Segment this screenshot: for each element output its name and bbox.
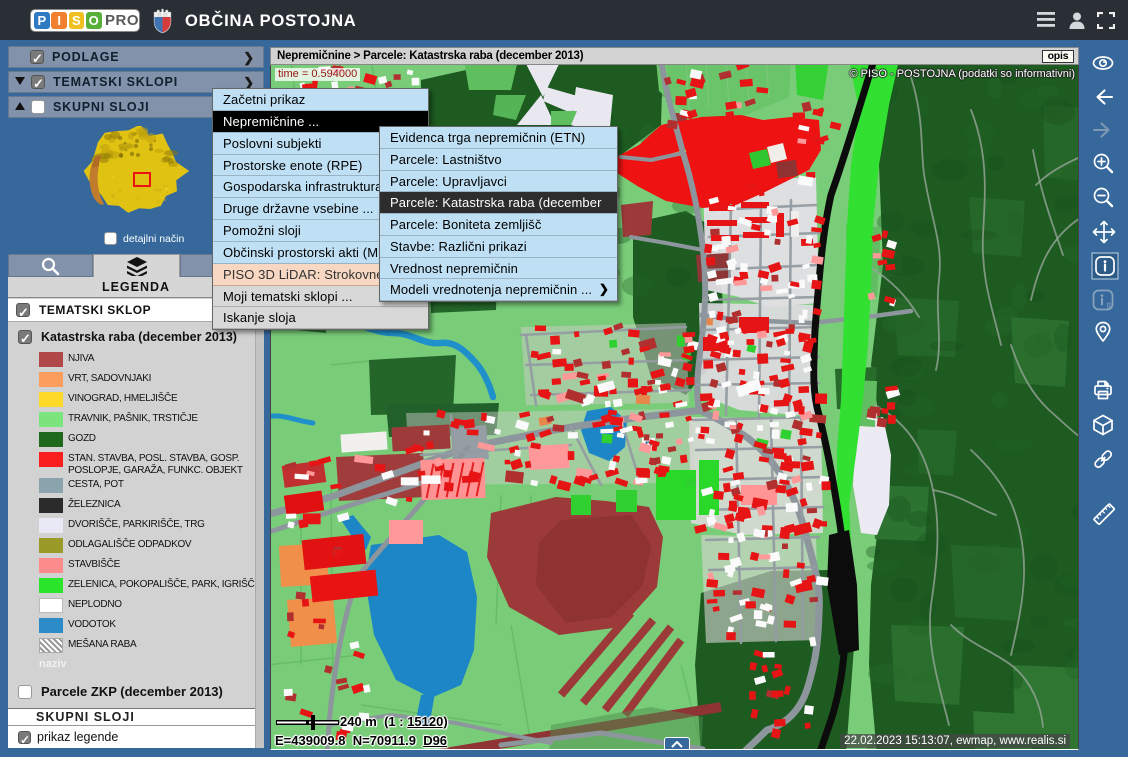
svg-text:g: g [1107,300,1111,309]
